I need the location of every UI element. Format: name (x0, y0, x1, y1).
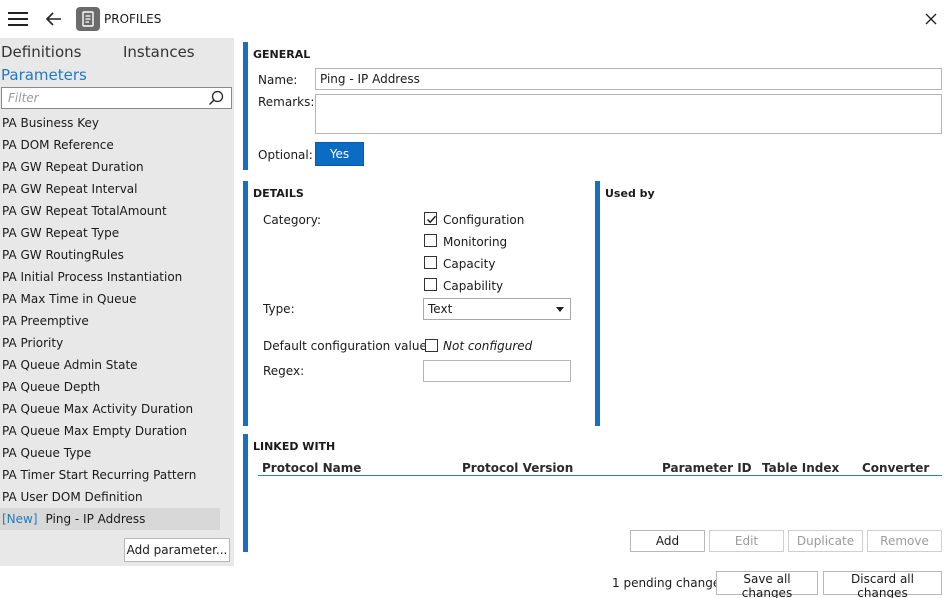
type-select-value: Text (428, 302, 453, 316)
column-header-protocol-version[interactable]: Protocol Version (462, 461, 573, 475)
type-label: Type: (263, 302, 295, 316)
category-label: Category: (263, 213, 321, 227)
linked-with-section-bar (243, 434, 248, 552)
regex-input[interactable] (423, 360, 571, 382)
list-item[interactable]: PA Queue Type (0, 442, 220, 464)
column-header-converter[interactable]: Converter (862, 461, 929, 475)
column-header-protocol-name[interactable]: Protocol Name (262, 461, 361, 475)
list-item[interactable]: PA DOM Reference (0, 134, 220, 156)
tab-parameters[interactable]: Parameters (1, 66, 87, 84)
monitoring-checkbox[interactable] (424, 234, 437, 247)
table-header-divider (258, 475, 942, 476)
list-item[interactable]: PA User DOM Definition (0, 486, 220, 508)
type-select[interactable]: Text (423, 298, 571, 320)
capability-label: Capability (443, 279, 504, 293)
new-tag: [New] (2, 512, 38, 526)
remove-button[interactable]: Remove (867, 530, 942, 552)
list-item[interactable]: PA GW Repeat Duration (0, 156, 220, 178)
name-input[interactable] (315, 68, 942, 90)
list-item[interactable]: PA Queue Admin State (0, 354, 220, 376)
filter-box (1, 87, 232, 109)
optional-toggle-button[interactable]: Yes (315, 142, 364, 166)
optional-label: Optional: (258, 148, 313, 162)
default-config-label: Default configuration value: (263, 339, 431, 353)
filter-input[interactable] (8, 90, 198, 106)
details-title: DETAILS (253, 187, 304, 200)
search-icon[interactable] (208, 90, 224, 106)
column-header-parameter-id[interactable]: Parameter ID (662, 461, 752, 475)
hamburger-icon[interactable] (8, 11, 28, 27)
remarks-label: Remarks: (258, 95, 315, 109)
remarks-input[interactable] (315, 94, 942, 134)
check-icon (427, 215, 437, 224)
regex-label: Regex: (263, 364, 305, 378)
details-section-bar (243, 181, 248, 426)
list-item[interactable]: PA Queue Max Empty Duration (0, 420, 220, 442)
parameter-list: PA Business Key PA DOM Reference PA GW R… (0, 112, 220, 530)
back-arrow-icon[interactable] (44, 9, 64, 29)
capacity-checkbox[interactable] (424, 256, 437, 269)
list-item-label: Ping - IP Address (45, 512, 146, 526)
chevron-down-icon (556, 307, 564, 312)
list-item[interactable]: PA Timer Start Recurring Pattern (0, 464, 220, 486)
title-bar: PROFILES (0, 0, 945, 38)
used-by-title: Used by (605, 187, 655, 200)
duplicate-button[interactable]: Duplicate (788, 530, 863, 552)
list-item[interactable]: PA Queue Max Activity Duration (0, 398, 220, 420)
configuration-label: Configuration (443, 213, 525, 227)
list-item[interactable]: PA Initial Process Instantiation (0, 266, 220, 288)
linked-with-title: LINKED WITH (253, 440, 336, 453)
tab-definitions[interactable]: Definitions (1, 43, 81, 61)
list-item[interactable]: PA Business Key (0, 112, 220, 134)
list-item[interactable]: PA GW Repeat Interval (0, 178, 220, 200)
list-item[interactable]: PA Preemptive (0, 310, 220, 332)
list-item[interactable]: PA Priority (0, 332, 220, 354)
list-item[interactable]: PA Max Time in Queue (0, 288, 220, 310)
configuration-checkbox[interactable] (424, 212, 437, 225)
list-item[interactable]: PA GW RoutingRules (0, 244, 220, 266)
general-section-bar (243, 42, 248, 170)
close-icon[interactable] (924, 12, 938, 26)
name-label: Name: (258, 73, 298, 87)
general-title: GENERAL (253, 48, 311, 61)
used-by-section-bar (595, 181, 600, 426)
document-icon (76, 7, 100, 31)
save-all-changes-button[interactable]: Save all changes (716, 571, 818, 598)
window-title: PROFILES (104, 12, 162, 26)
discard-all-changes-button[interactable]: Discard all changes (823, 571, 942, 598)
capacity-label: Capacity (443, 257, 496, 271)
list-item[interactable]: PA GW Repeat TotalAmount (0, 200, 220, 222)
capability-checkbox[interactable] (424, 278, 437, 291)
edit-button[interactable]: Edit (709, 530, 784, 552)
tab-instances[interactable]: Instances (123, 43, 195, 61)
list-item[interactable]: PA Queue Depth (0, 376, 220, 398)
add-button[interactable]: Add (630, 530, 705, 552)
list-item-new-selected[interactable]: [New] Ping - IP Address (0, 508, 220, 530)
monitoring-label: Monitoring (443, 235, 508, 249)
sidebar: Definitions Instances Parameters PA Busi… (0, 38, 234, 566)
list-item[interactable]: PA GW Repeat Type (0, 222, 220, 244)
column-header-table-index[interactable]: Table Index (762, 461, 839, 475)
pending-change-status: 1 pending change (612, 576, 721, 590)
default-config-checkbox[interactable] (425, 339, 438, 352)
add-parameter-button[interactable]: Add parameter... (124, 538, 230, 562)
default-config-value: Not configured (443, 339, 533, 353)
